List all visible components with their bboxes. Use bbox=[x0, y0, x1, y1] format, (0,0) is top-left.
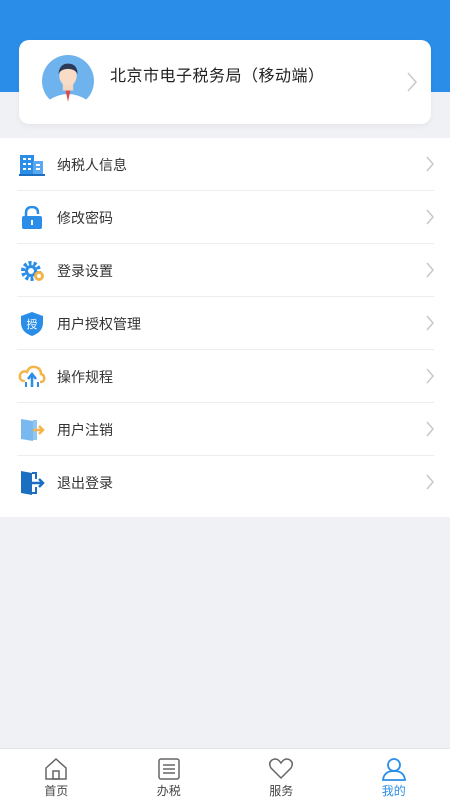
tab-mine[interactable]: 我的 bbox=[338, 749, 450, 800]
chevron-right-icon bbox=[426, 315, 434, 331]
menu-item-operating-procedures[interactable]: 操作规程 bbox=[0, 350, 450, 403]
avatar bbox=[42, 55, 94, 107]
cloud-upload-icon bbox=[18, 363, 46, 391]
menu-item-change-password[interactable]: 修改密码 bbox=[0, 191, 450, 244]
door-exit-icon bbox=[18, 416, 46, 444]
menu-item-label: 操作规程 bbox=[57, 369, 113, 386]
chevron-right-icon bbox=[426, 209, 434, 225]
list-icon bbox=[158, 758, 180, 780]
chevron-right-icon bbox=[426, 421, 434, 437]
menu-item-user-authorization[interactable]: 授 用户授权管理 bbox=[0, 297, 450, 350]
lock-icon bbox=[18, 204, 46, 232]
menu-item-label: 登录设置 bbox=[57, 263, 113, 280]
tab-home[interactable]: 首页 bbox=[0, 749, 113, 800]
tab-label: 服务 bbox=[269, 784, 294, 798]
chevron-right-icon bbox=[426, 474, 434, 490]
menu-item-label: 退出登录 bbox=[57, 475, 113, 492]
heart-icon bbox=[269, 758, 294, 780]
tab-label: 首页 bbox=[44, 784, 69, 798]
menu-item-label: 纳税人信息 bbox=[57, 157, 127, 174]
home-icon bbox=[45, 757, 67, 780]
menu-item-taxpayer-info[interactable]: 纳税人信息 bbox=[0, 138, 450, 191]
tab-label: 我的 bbox=[381, 784, 406, 798]
menu-item-label: 修改密码 bbox=[57, 210, 113, 227]
tab-tax[interactable]: 办税 bbox=[113, 749, 226, 800]
tab-label: 办税 bbox=[156, 784, 181, 798]
chevron-right-icon bbox=[426, 262, 434, 278]
settings-menu: 纳税人信息 修改密码 登录设置 授 用户授权管理 操作规程 用户注销 退出登录 bbox=[0, 138, 450, 517]
chevron-right-icon bbox=[426, 368, 434, 384]
profile-card[interactable]: 北京市电子税务局（移动端） bbox=[19, 40, 431, 124]
chevron-right-icon bbox=[426, 156, 434, 172]
bottom-tab-bar: 首页 办税 服务 我的 bbox=[0, 748, 450, 800]
gear-icon bbox=[18, 257, 46, 285]
menu-item-label: 用户授权管理 bbox=[57, 316, 141, 333]
user-icon bbox=[381, 758, 406, 781]
menu-item-logout[interactable]: 退出登录 bbox=[0, 456, 450, 509]
logout-icon bbox=[18, 469, 46, 497]
building-icon bbox=[18, 151, 46, 179]
svg-text:授: 授 bbox=[27, 317, 38, 331]
menu-item-account-cancellation[interactable]: 用户注销 bbox=[0, 403, 450, 456]
menu-item-login-settings[interactable]: 登录设置 bbox=[0, 244, 450, 297]
tab-service[interactable]: 服务 bbox=[225, 749, 338, 800]
shield-auth-icon: 授 bbox=[18, 310, 46, 338]
menu-item-label: 用户注销 bbox=[57, 422, 113, 439]
chevron-right-icon bbox=[407, 72, 417, 92]
profile-name: 北京市电子税务局（移动端） bbox=[110, 66, 325, 85]
